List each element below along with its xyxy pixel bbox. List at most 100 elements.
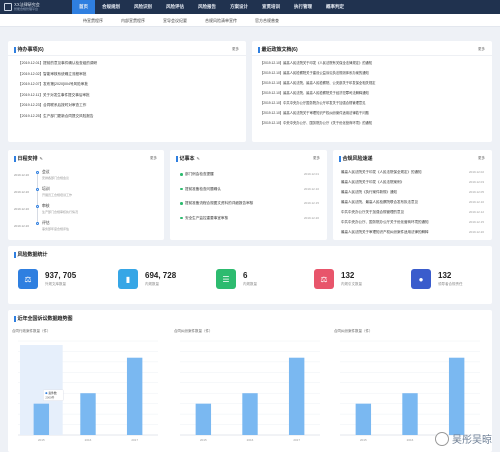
subnav-item[interactable]: 合规风险清单宣传: [196, 14, 246, 27]
nav-item-execution[interactable]: 执行管理: [287, 0, 319, 14]
bullet-icon: [180, 187, 183, 190]
risk-stats-card: 风险数据统计 ⚖ 937, 705 外规文库数量 ▮ 694, 728 内规数量…: [8, 246, 492, 304]
nav-item-risk-report[interactable]: 风险报告: [191, 0, 223, 14]
news-more-link[interactable]: 更多: [478, 47, 485, 52]
law-item-date: 2019.12.10: [468, 200, 484, 204]
title-bar-icon: [14, 46, 16, 53]
nav-item-home[interactable]: 首页: [72, 0, 95, 14]
law-item-date: 2019.12.20: [468, 230, 484, 234]
memo-title-text: 记事本: [179, 156, 195, 162]
law-item[interactable]: 最高人民法院关于印发《人民法院案例》 2019.12.03: [341, 179, 484, 189]
memo-item[interactable]: 提前准备检查问题确认 2019.12.10: [180, 185, 319, 200]
edit-icon[interactable]: ✎: [197, 156, 200, 161]
nav-item-risk-assess[interactable]: 风险评估: [159, 0, 191, 14]
memo-item[interactable]: 安全生产监控重要事宜审核 2019.12.20: [180, 214, 319, 229]
schedule-title: 日程安排 ✎: [14, 155, 43, 162]
schedule-item-desc: 开展员工合规培训工作: [42, 193, 73, 197]
stat-label: 外规文库数量: [45, 282, 66, 286]
edit-icon[interactable]: ✎: [40, 156, 43, 161]
nav-item-plan-design[interactable]: 方案设计: [223, 0, 255, 14]
memo-item-date: 2019.12.10: [303, 186, 319, 191]
stat-value: 132: [438, 271, 452, 280]
schedule-item[interactable]: 2019.12.20 审核 生产部门合规审核执行情况: [14, 202, 158, 222]
schedule-item[interactable]: 2019.12.20 会议 安排各部门合规会议: [14, 168, 158, 188]
memo-list: 部门例会检查提醒 2019.12.01 提前准备检查问题确认 2019.12.1…: [180, 170, 319, 228]
subnav-item[interactable]: 宣导会议纪要: [154, 14, 196, 27]
policy-docs-card: 最近政策文档(6) 更多 【2019.12.10】最高人民法院关于印发《人民法院…: [252, 41, 492, 142]
subnav-item[interactable]: 待宣贯程序: [74, 14, 112, 27]
todo-item[interactable]: 【2019.12.25】生产部门更新合同提交风险报告: [18, 111, 238, 122]
stat-value: 937, 705: [45, 271, 77, 280]
todo-item[interactable]: 【2019.12.07】发布第[2020]004号风险审批: [18, 79, 238, 90]
stats-title: 风险数据统计: [14, 251, 48, 258]
divider: [252, 55, 492, 56]
chart-svg[interactable]: 2015 2016 2017: [174, 339, 324, 447]
schedule-card: 日程安排 ✎ 更多 2019.12.20 会议 安排各部门合规会议 2019.12…: [8, 150, 164, 240]
law-item[interactable]: 最高人民法院关于印发《人民法院保全规定》的通知 2019.12.02: [341, 169, 484, 179]
laws-list: 最高人民法院关于印发《人民法院保全规定》的通知 2019.12.02 最高人民法院…: [341, 169, 484, 239]
news-item[interactable]: 【2019.12.10】最高人民检察院关于建设公益诉讼执法规则体系办案的通知: [260, 68, 484, 78]
subnav-item[interactable]: 内部宣贯程序: [112, 14, 154, 27]
compliance-news-card: 合规风险速递 更多 最高人民法院关于印发《人民法院保全规定》的通知 2019.12…: [333, 150, 492, 240]
x-tick-label: 2015: [38, 438, 45, 442]
title-bar-icon: [258, 46, 260, 53]
gavel-icon: ⚖: [18, 269, 38, 289]
nav-item-training[interactable]: 宣贯培训: [255, 0, 287, 14]
news-item[interactable]: 【2019.12.10】最高人民法院，最高人民检察院、公安部关于印发保全相关规定: [260, 78, 484, 88]
memo-item[interactable]: 部门例会检查提醒 2019.12.01: [180, 170, 319, 185]
law-item[interactable]: 最高人民法院《执行案件新规》通知 2019.12.05: [341, 189, 484, 199]
todo-item[interactable]: 【2019.12.23】合同联系后按时对审查工作: [18, 100, 238, 111]
law-item-date: 2019.12.12: [468, 210, 484, 214]
subnav-item[interactable]: 官方合规普查: [246, 14, 288, 27]
user-icon: ●: [411, 269, 431, 289]
nav-item-planning[interactable]: 合规规划: [95, 0, 127, 14]
schedule-item[interactable]: 2019.12.20 培训 开展员工合规培训工作: [14, 185, 158, 205]
schedule-more-link[interactable]: 更多: [150, 156, 157, 161]
laws-title: 合规风险速递: [339, 155, 373, 162]
trend-charts-card: 近年全国诉讼数据趋势图 合同行政案件数量（件） 2015 2016 2017 案件数 2…: [8, 310, 492, 452]
nav-item-risk-identify[interactable]: 风险识别: [127, 0, 159, 14]
law-item[interactable]: 中共中央办公厅关于加强合规管理的意见 2019.12.12: [341, 209, 484, 219]
logo-mark-icon: [4, 3, 12, 11]
stat-item[interactable]: ▮ 694, 728 内规数量: [118, 264, 206, 294]
bar: [402, 393, 418, 435]
memo-item[interactable]: 提前准备流程合规图文资料的详细报告审核 2019.12.15: [180, 199, 319, 214]
scale-icon: ⚖: [314, 269, 334, 289]
nav-item-probability[interactable]: 概率判定: [319, 0, 351, 14]
schedule-time: 2019.12.20: [14, 173, 30, 177]
stat-item[interactable]: ⚖ 937, 705 外规文库数量: [18, 264, 106, 294]
schedule-item[interactable]: 2019.12.20 评估 事务部年度合规评估: [14, 219, 158, 236]
memo-more-link[interactable]: 更多: [313, 156, 320, 161]
law-item-text: 最高人民法院《执行案件新规》通知: [341, 190, 397, 194]
stat-item[interactable]: ⚖ 132 内规引文数量: [314, 264, 402, 294]
wechat-logo-icon: [435, 431, 449, 446]
news-item[interactable]: 【2019.12.10】中央中央办公厅、国务院办公厅《关于优化营商环境》的通知: [260, 118, 484, 128]
todo-more-link[interactable]: 更多: [232, 47, 239, 52]
laws-more-link[interactable]: 更多: [478, 156, 485, 161]
x-tick-label: 2015: [200, 438, 207, 442]
news-item[interactable]: 【2019.12.10】最高人民法院关于审理知识产权纠纷案件适用法律若干问题: [260, 108, 484, 118]
todo-item[interactable]: 【2019.12.01】提前的意见事件确认检查组的调研: [18, 58, 238, 69]
chart-panel: 合同纠纷案件数量（件） 2015 2016 2017: [334, 329, 484, 447]
news-item[interactable]: 【2019.12.10】中共中央办公厅国务院办公厅印发关于加强合规管理意见: [260, 98, 484, 108]
news-item[interactable]: 【2019.12.10】最高人民法院关于印发《人民法院有关保全法律规定》的通知: [260, 58, 484, 68]
sub-navigation: 待宣贯程序 内部宣贯程序 宣导会议纪要 合规风险清单宣传 官方合规普查: [0, 14, 500, 27]
bar: [288, 357, 305, 435]
law-item-text: 中共中央办公厅关于加强合规管理的意见: [341, 210, 404, 214]
stat-item[interactable]: ● 132 领导者合规责任: [411, 264, 499, 294]
tooltip-dot-icon: [45, 392, 48, 395]
stat-item[interactable]: ☰ 6 内规数量: [216, 264, 304, 294]
law-item[interactable]: 最高人民法院、最高人民检察院联合发布执法意见 2019.12.10: [341, 199, 484, 209]
title-bar-icon: [14, 155, 16, 162]
brand-logo[interactable]: XX法律研究会 智能合规管理平台: [4, 1, 40, 13]
todo-item[interactable]: 【2019.12.11】关于对发生事件提交事后审批: [18, 90, 238, 101]
law-item[interactable]: 最高人民法院关于审理知识产权纠纷案件适用法律的解释 2019.12.20: [341, 229, 484, 239]
chart-svg[interactable]: 2015 2016 2017 案件数2000件: [12, 339, 162, 447]
charts-title-text: 近年全国诉讼数据趋势图: [17, 316, 73, 322]
law-item[interactable]: 中共中央办公厅、国务院办公厅关于优化营商环境的通知 2019.12.15: [341, 219, 484, 229]
x-tick-label: 2017: [293, 438, 300, 442]
law-item-text: 中共中央办公厅、国务院办公厅关于优化营商环境的通知: [341, 220, 429, 224]
todo-item[interactable]: 【2019.12.02】智能审核系统确立流程审批: [18, 69, 238, 80]
news-item[interactable]: 【2019.12.10】最高人民法院、最高人民检察院关于经济犯罪司法解释通知: [260, 88, 484, 98]
schedule-time: 2019.12.20: [14, 190, 30, 194]
